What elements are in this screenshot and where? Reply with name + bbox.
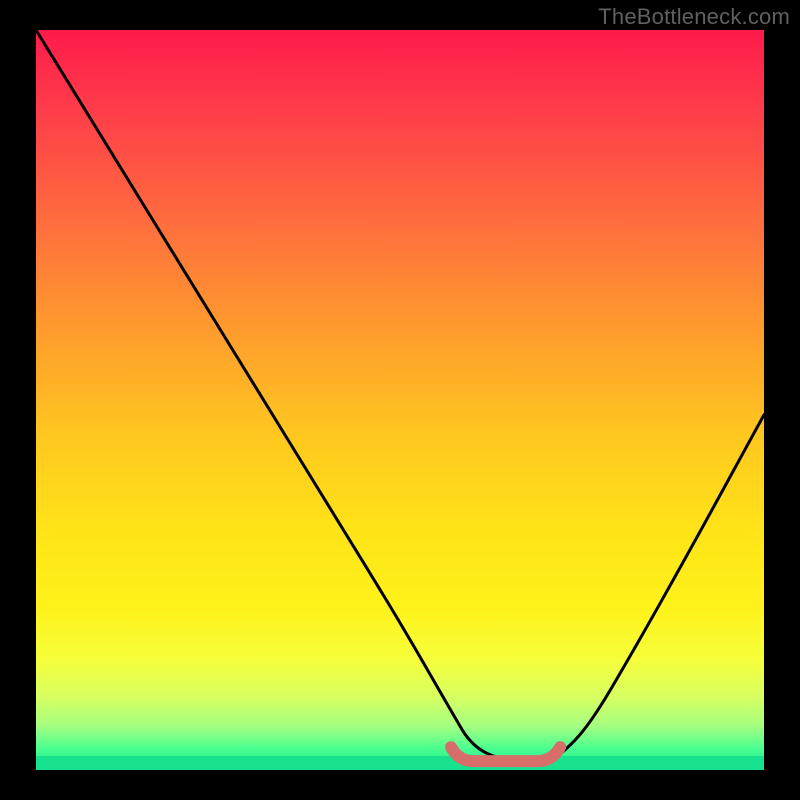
valley-highlight xyxy=(36,30,764,770)
chart-stage: TheBottleneck.com xyxy=(0,0,800,800)
watermark-text: TheBottleneck.com xyxy=(598,4,790,30)
plot-area xyxy=(36,30,764,770)
